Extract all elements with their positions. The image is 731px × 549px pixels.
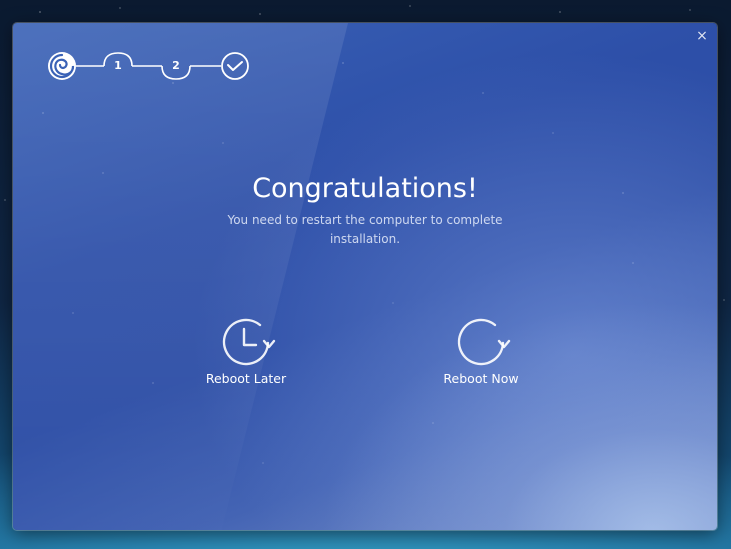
clock-arrow-icon[interactable]	[216, 313, 276, 369]
close-icon[interactable]: ×	[696, 28, 708, 44]
progress-stepper: 1 2	[46, 50, 256, 82]
subtitle-line-1: You need to restart the computer to comp…	[227, 213, 503, 227]
refresh-icon[interactable]	[451, 313, 511, 369]
page-subtitle: You need to restart the computer to comp…	[215, 211, 515, 249]
step-2-number: 2	[172, 59, 180, 72]
reboot-later-button[interactable]: Reboot Later	[186, 313, 306, 386]
stepper-graphic	[48, 52, 249, 80]
close-button[interactable]: ×	[695, 29, 709, 43]
subtitle-line-2: installation.	[329, 232, 401, 246]
step-1-number: 1	[114, 59, 122, 72]
installer-window: × 1 2 Congratulations! You need to resta…	[13, 23, 717, 530]
deepin-logo-icon	[48, 52, 76, 80]
page-title: Congratulations!	[252, 173, 478, 204]
reboot-now-button[interactable]: Reboot Now	[421, 313, 541, 386]
reboot-now-label[interactable]: Reboot Now	[421, 371, 541, 386]
checkmark-icon	[221, 52, 249, 80]
reboot-later-label[interactable]: Reboot Later	[186, 371, 306, 386]
